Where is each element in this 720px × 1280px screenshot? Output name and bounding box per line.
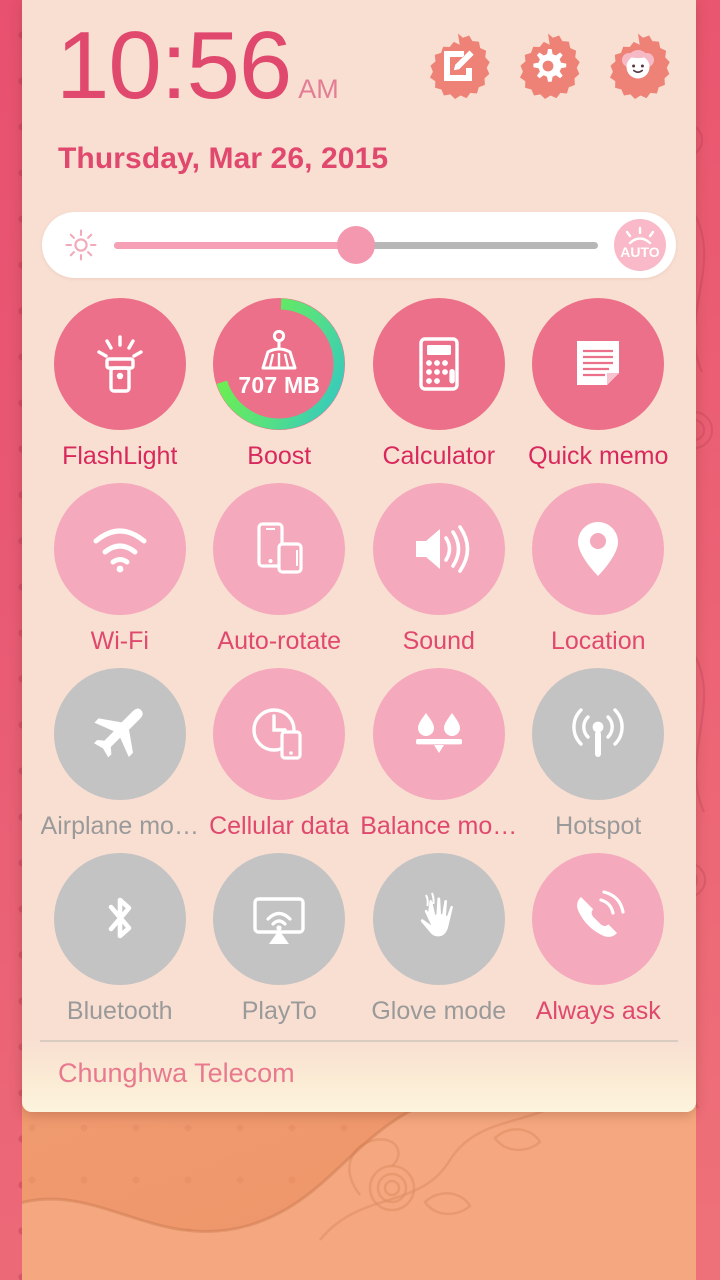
tile-label: Glove mode [371, 999, 507, 1024]
header-action-buttons [424, 32, 672, 100]
tile-circle [213, 853, 346, 985]
slider-thumb[interactable] [337, 226, 375, 264]
tile-label: FlashLight [62, 444, 178, 469]
bluetooth-icon [108, 897, 132, 939]
user-avatar-icon [622, 50, 654, 79]
tile-label: Cellular data [209, 814, 350, 839]
tile-label: PlayTo [241, 999, 317, 1024]
tile-row: FlashLight 707 MB Boost Calculator Quick… [40, 298, 678, 483]
wifi-icon [93, 528, 147, 573]
hotspot-icon [572, 708, 625, 757]
tile-circle [372, 483, 505, 615]
cellular-data-icon [252, 708, 302, 760]
wallpaper-left-edge [0, 0, 22, 1280]
tile-location[interactable]: Location [519, 483, 679, 668]
tile-label: Auto-rotate [217, 629, 342, 654]
tile-airplane-mode[interactable]: Airplane mo… [40, 668, 200, 853]
tile-circle [53, 668, 186, 800]
sound-icon [415, 525, 470, 573]
tile-auto-rotate[interactable]: Auto-rotate [200, 483, 360, 668]
gear-icon [533, 49, 567, 82]
panel-header: 10:56 AM Thursday, Mar 26, 2015 [22, 0, 696, 212]
calculator-icon [419, 337, 459, 391]
tile-circle [213, 483, 346, 615]
tile-sound[interactable]: Sound [359, 483, 519, 668]
tile-label: Wi-Fi [90, 629, 149, 654]
tile-label: Quick memo [528, 444, 669, 469]
tile-circle [532, 483, 665, 615]
tile-bluetooth[interactable]: Bluetooth [40, 853, 200, 1038]
edit-note-icon [444, 50, 474, 81]
quick-settings-grid: FlashLight 707 MB Boost Calculator Quick… [22, 278, 696, 1040]
tile-row: Airplane mo… Cellular data Balance mo… H… [40, 668, 678, 853]
auto-brightness-icon: AUTO [620, 226, 660, 260]
glove-icon [419, 892, 454, 938]
clock-ampm: AM [298, 74, 339, 104]
tile-wifi[interactable]: Wi-Fi [40, 483, 200, 668]
tile-label: Boost [247, 444, 312, 469]
edit-note-button[interactable] [424, 32, 492, 100]
tile-circle [372, 298, 505, 430]
wallpaper-right-edge [696, 0, 720, 1280]
tile-row: Wi-Fi Auto-rotate Sound Location [40, 483, 678, 668]
tile-label: Balance mo… [360, 814, 518, 839]
footer-divider [40, 1040, 678, 1042]
tile-label: Sound [402, 629, 475, 654]
quick-settings-panel: 10:56 AM Thursday, Mar 26, 2015 AUTO Fla… [22, 0, 696, 1112]
tile-circle [532, 668, 665, 800]
playto-cast-icon [253, 897, 305, 944]
tile-balance-mode[interactable]: Balance mo… [359, 668, 519, 853]
tile-circle [532, 298, 665, 430]
settings-button[interactable] [514, 32, 582, 100]
tile-circle [53, 298, 186, 430]
boost-value-label: 707 MB [238, 372, 321, 398]
tile-circle [372, 668, 505, 800]
tile-label: Calculator [382, 444, 496, 469]
airplane-icon [93, 708, 143, 758]
auto-rotate-icon [257, 522, 303, 574]
tile-label: Always ask [535, 999, 661, 1024]
boost-progress-ring [213, 298, 345, 430]
location-pin-icon [578, 522, 619, 576]
tile-always-ask[interactable]: Always ask [519, 853, 679, 1038]
tile-hotspot[interactable]: Hotspot [519, 668, 679, 853]
tile-boost[interactable]: 707 MB Boost [200, 298, 360, 483]
tile-circle [53, 853, 186, 985]
tile-circle: 707 MB [213, 298, 346, 430]
date-text: Thursday, Mar 26, 2015 [58, 142, 389, 175]
tile-circle [53, 483, 186, 615]
memo-icon [577, 341, 620, 385]
clock-time: 10:56 [56, 12, 292, 119]
tile-label: Location [550, 629, 646, 654]
tile-playto[interactable]: PlayTo [200, 853, 360, 1038]
brightness-slider[interactable] [114, 222, 598, 268]
tile-label: Hotspot [555, 814, 642, 839]
carrier-label: Chunghwa Telecom [58, 1058, 295, 1088]
tile-calculator[interactable]: Calculator [359, 298, 519, 483]
tile-circle [372, 853, 505, 985]
tile-circle [213, 668, 346, 800]
balance-mode-icon [415, 713, 462, 753]
slider-fill [114, 241, 356, 249]
call-always-ask-icon [577, 890, 625, 937]
tile-row: Bluetooth PlayTo Glove mode Always ask [40, 853, 678, 1038]
tile-glove-mode[interactable]: Glove mode [359, 853, 519, 1038]
tile-cellular-data[interactable]: Cellular data [200, 668, 360, 853]
auto-label: AUTO [620, 244, 660, 260]
brightness-sun-icon [65, 229, 97, 261]
flashlight-icon [97, 335, 143, 393]
auto-brightness-button[interactable]: AUTO [614, 219, 666, 271]
panel-footer: Chunghwa Telecom [22, 1040, 696, 1112]
tile-label: Airplane mo… [40, 814, 199, 839]
tile-quick-memo[interactable]: Quick memo [519, 298, 679, 483]
tile-label: Bluetooth [66, 999, 173, 1024]
brightness-bar: AUTO [42, 212, 676, 278]
clock[interactable]: 10:56 AM [56, 18, 339, 114]
tile-flashlight[interactable]: FlashLight [40, 298, 200, 483]
user-profile-button[interactable] [604, 32, 672, 100]
tile-circle [532, 853, 665, 985]
